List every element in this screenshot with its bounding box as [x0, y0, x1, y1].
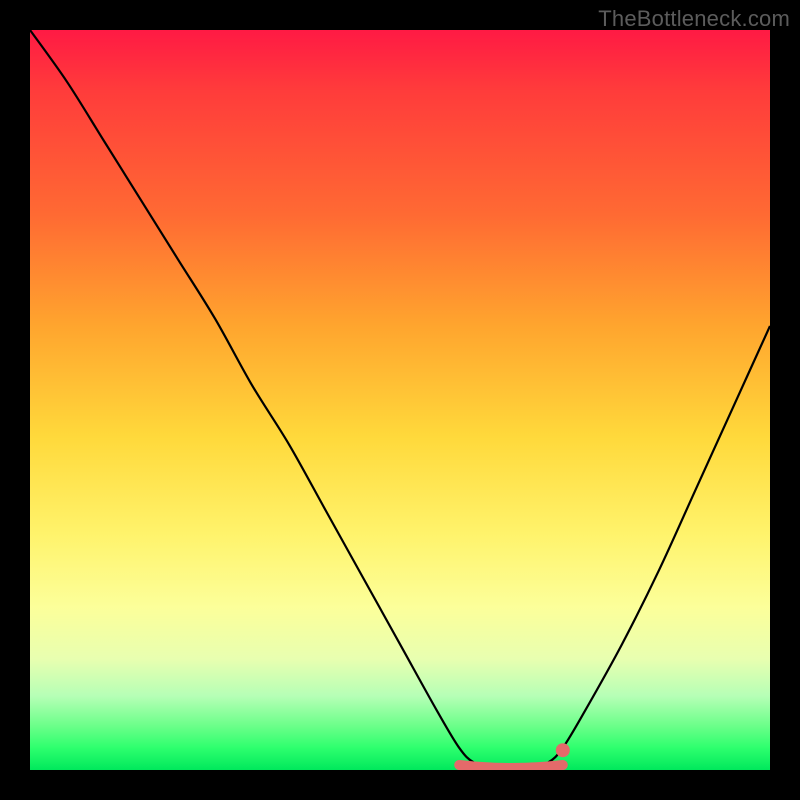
optimal-point-marker [556, 743, 570, 757]
watermark-text: TheBottleneck.com [598, 6, 790, 32]
curve-line [30, 30, 770, 770]
bottleneck-curve [30, 30, 770, 770]
optimal-range-marker [459, 765, 563, 768]
chart-frame: TheBottleneck.com [0, 0, 800, 800]
gradient-plot-area [30, 30, 770, 770]
